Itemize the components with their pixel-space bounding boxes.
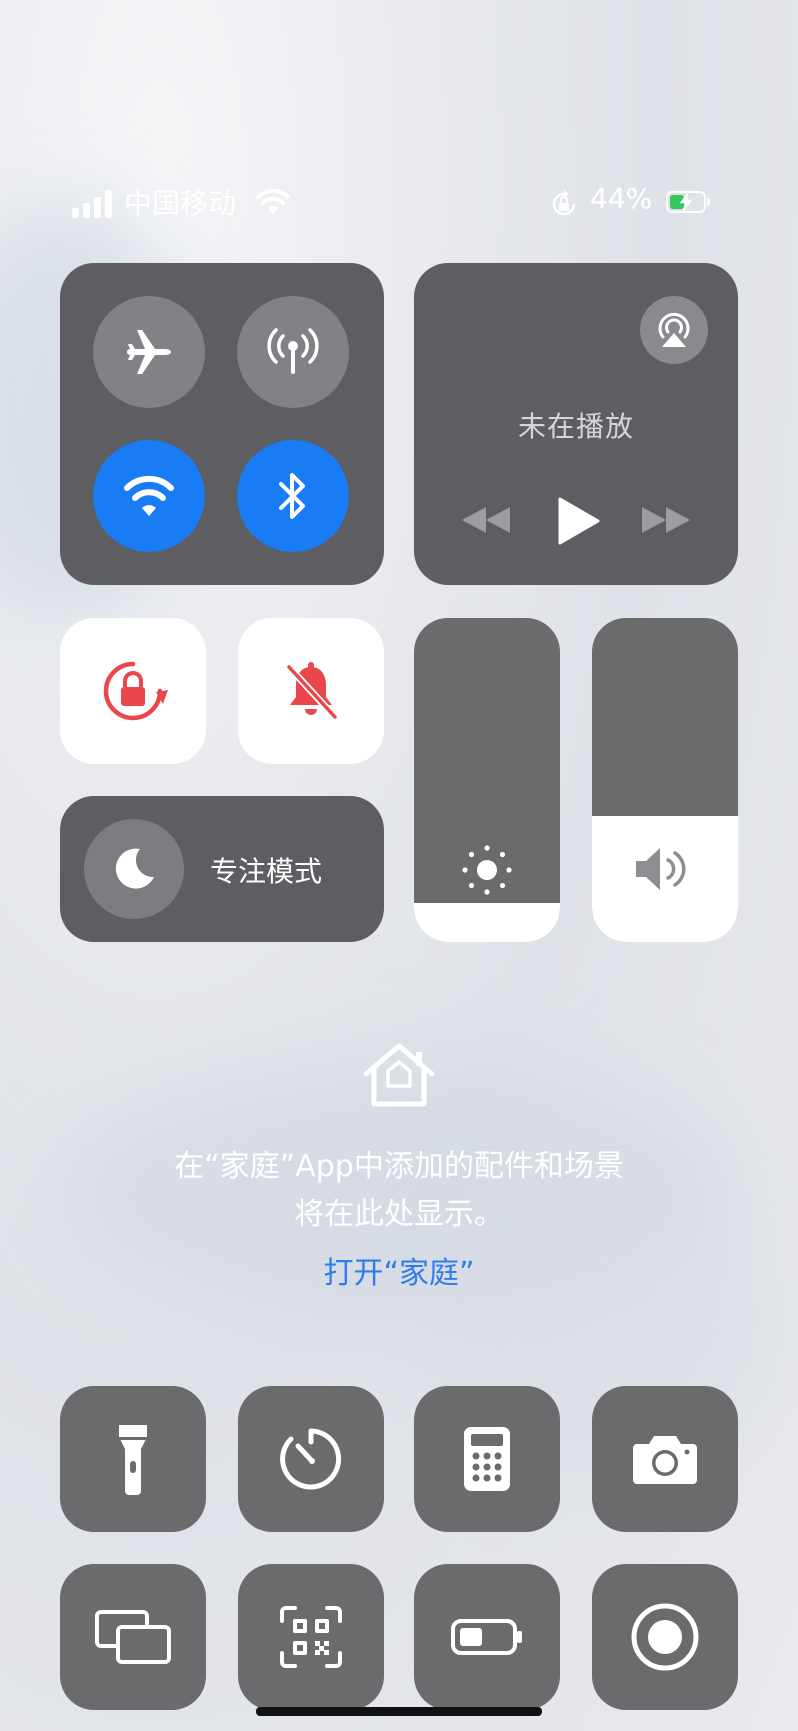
- calculator-icon: [464, 1427, 510, 1491]
- battery-percentage: 44%: [590, 182, 653, 215]
- focus-mode-label: 专注模式: [210, 855, 323, 888]
- orientation-lock-icon: [103, 661, 168, 721]
- focus-icon-circle: [84, 819, 184, 919]
- orientation-lock-toggle[interactable]: [60, 618, 206, 764]
- fast-forward-button[interactable]: [640, 505, 692, 535]
- calculator-button[interactable]: [414, 1386, 560, 1532]
- moon-icon: [115, 848, 154, 889]
- home-message-line2: 将在此处显示。: [294, 1197, 504, 1232]
- battery-charging-icon: [666, 191, 710, 213]
- now-playing-status: 未在播放: [517, 410, 634, 443]
- rewind-icon: [462, 507, 510, 533]
- screen-mirroring-icon: [95, 1610, 171, 1664]
- brightness-slider[interactable]: [414, 618, 560, 942]
- home-indicator[interactable]: [256, 1707, 542, 1716]
- brightness-level-fill: [414, 903, 560, 942]
- orientation-lock-icon: [550, 190, 578, 218]
- play-icon: [558, 497, 600, 545]
- flashlight-button[interactable]: [60, 1386, 206, 1532]
- focus-mode-button[interactable]: 专注模式: [60, 796, 384, 942]
- home-icon: [360, 1040, 438, 1110]
- status-bar: 中国移动 44%: [72, 182, 732, 222]
- timer-icon: [280, 1428, 342, 1490]
- bell-slash-icon: [286, 662, 338, 720]
- connectivity-module: [60, 263, 384, 585]
- low-power-mode-icon: [451, 1619, 522, 1655]
- airplay-button[interactable]: [640, 296, 708, 364]
- qr-code-scanner-button[interactable]: [238, 1564, 384, 1710]
- home-message-line1: 在“家庭”App中添加的配件和场景: [174, 1149, 624, 1184]
- play-button[interactable]: [556, 497, 600, 545]
- airplay-icon: [658, 312, 690, 347]
- rewind-button[interactable]: [460, 505, 512, 535]
- carrier-name: 中国移动: [124, 187, 237, 220]
- wifi-icon: [256, 188, 290, 216]
- airplane-mode-toggle[interactable]: [93, 296, 205, 408]
- screen-recording-icon: [631, 1603, 699, 1671]
- camera-icon: [633, 1436, 697, 1484]
- screen-recording-button[interactable]: [592, 1564, 738, 1710]
- low-power-mode-button[interactable]: [414, 1564, 560, 1710]
- now-playing-module[interactable]: 未在播放: [414, 263, 738, 585]
- cellular-data-toggle[interactable]: [237, 296, 349, 408]
- wifi-icon: [124, 475, 174, 516]
- wifi-toggle[interactable]: [93, 440, 205, 552]
- volume-slider[interactable]: [592, 618, 738, 942]
- silent-mode-toggle[interactable]: [238, 618, 384, 764]
- screen-mirroring-button[interactable]: [60, 1564, 206, 1710]
- bluetooth-toggle[interactable]: [237, 440, 349, 552]
- sun-icon: [457, 840, 517, 900]
- bluetooth-icon: [279, 473, 305, 519]
- airplane-icon: [127, 330, 171, 374]
- qr-code-scanner-icon: [280, 1606, 342, 1668]
- open-home-link[interactable]: 打开“家庭”: [0, 1248, 798, 1292]
- flashlight-icon: [119, 1425, 147, 1495]
- speaker-icon: [632, 844, 698, 894]
- timer-button[interactable]: [238, 1386, 384, 1532]
- camera-button[interactable]: [592, 1386, 738, 1532]
- antenna-icon: [267, 328, 319, 374]
- fast-forward-icon: [642, 507, 690, 533]
- signal-icon: [72, 190, 114, 218]
